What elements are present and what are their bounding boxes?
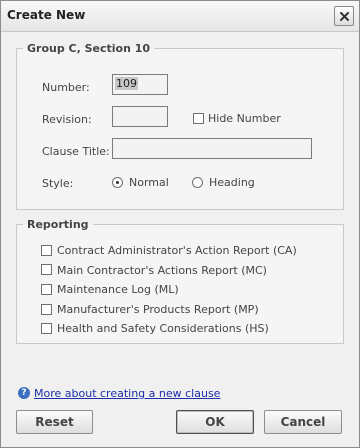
style-label: Style: [42, 177, 74, 190]
cancel-button[interactable]: Cancel [264, 410, 342, 434]
report-mc-label: Main Contractor's Actions Report (MC) [57, 264, 267, 277]
style-heading-radio[interactable] [192, 177, 203, 188]
report-ca-label: Contract Administrator's Action Report (… [57, 244, 297, 257]
number-value: 109 [115, 77, 138, 90]
clause-title-input[interactable] [112, 138, 312, 159]
more-about-link[interactable]: More about creating a new clause [34, 387, 220, 400]
report-ca-checkbox[interactable] [41, 245, 52, 256]
style-normal-radio[interactable] [112, 177, 123, 188]
ok-button[interactable]: OK [176, 410, 254, 434]
report-hs-checkbox[interactable] [41, 323, 52, 334]
report-mp-label: Manufacturer's Products Report (MP) [57, 303, 259, 316]
report-hs-label: Health and Safety Considerations (HS) [57, 322, 269, 335]
report-mp-checkbox[interactable] [41, 304, 52, 315]
reporting-legend: Reporting [27, 218, 89, 231]
hide-number-checkbox[interactable] [193, 113, 204, 124]
close-button[interactable] [334, 6, 354, 26]
number-input[interactable]: 109 [112, 74, 168, 95]
section-legend: Group C, Section 10 [27, 42, 151, 55]
reset-button[interactable]: Reset [16, 410, 93, 434]
style-normal-label: Normal [129, 176, 169, 189]
help-icon: ? [18, 387, 30, 399]
create-new-dialog: Create New Group C, Section 10 Number: 1… [0, 0, 360, 448]
title-bar: Create New [1, 1, 359, 32]
close-icon [339, 11, 349, 21]
dialog-title: Create New [7, 8, 86, 22]
report-ml-label: Maintenance Log (ML) [57, 283, 179, 296]
report-ml-checkbox[interactable] [41, 284, 52, 295]
revision-label: Revision: [42, 113, 92, 126]
style-heading-label: Heading [209, 176, 255, 189]
revision-input[interactable] [112, 106, 168, 127]
report-mc-checkbox[interactable] [41, 264, 52, 275]
hide-number-label: Hide Number [208, 112, 281, 125]
number-label: Number: [42, 81, 90, 94]
clause-title-label: Clause Title: [42, 145, 110, 158]
